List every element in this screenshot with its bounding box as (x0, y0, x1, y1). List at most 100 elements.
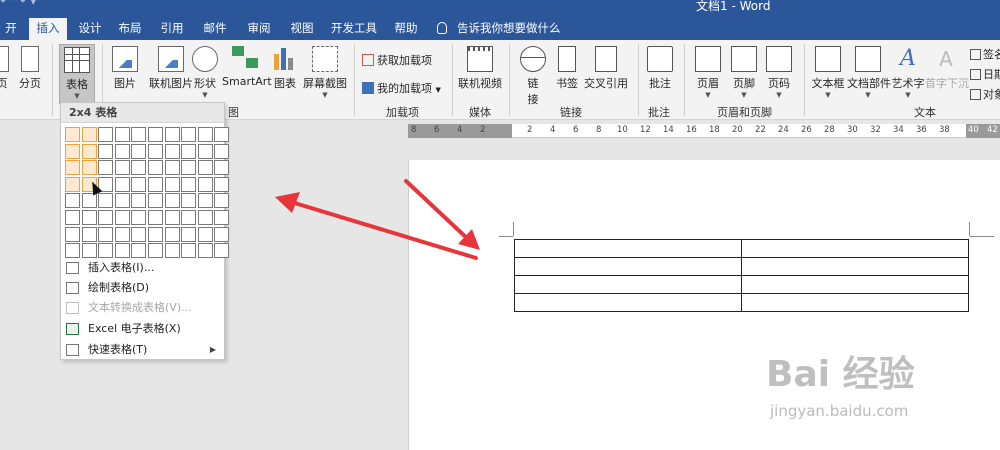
tab-view[interactable]: 视图 (285, 18, 319, 40)
table-grid-cell[interactable] (181, 143, 197, 159)
page-break-button[interactable]: 分页 (16, 46, 44, 91)
table-grid-cell[interactable] (114, 193, 130, 209)
table-cell[interactable] (514, 239, 742, 258)
table-grid-cell[interactable] (98, 127, 114, 142)
table-grid-cell[interactable] (181, 160, 197, 176)
table-grid-cell[interactable] (65, 143, 80, 159)
table-grid-cell[interactable] (214, 243, 230, 259)
table-grid-cell[interactable] (181, 243, 197, 259)
my-addins-button[interactable]: 我的加载项 ▼ (362, 80, 441, 96)
online-pictures-button[interactable]: 联机图片 (143, 46, 199, 91)
table-grid-cell[interactable] (214, 193, 230, 209)
table-grid-cell[interactable] (164, 160, 180, 176)
table-grid-cell[interactable] (65, 160, 80, 176)
table-grid-cell[interactable] (81, 127, 97, 142)
horizontal-ruler[interactable]: 8 6 4 2 2 4 6 8 10 12 14 16 18 20 22 24 … (408, 124, 1000, 138)
wordart-button[interactable]: A 艺术字 ▼ (891, 46, 925, 99)
table-cell[interactable] (741, 257, 969, 276)
signature-line-button[interactable]: 签名 (970, 46, 1000, 62)
table-grid-cell[interactable] (114, 127, 130, 142)
tab-help[interactable]: 帮助 (389, 18, 423, 40)
table-grid-cell[interactable] (65, 226, 80, 242)
table-grid-cell[interactable] (214, 143, 230, 159)
pictures-button[interactable]: 图片 (110, 46, 140, 91)
page-number-button[interactable]: 页码 ▼ (765, 46, 793, 99)
tab-review[interactable]: 审阅 (242, 18, 276, 40)
table-grid-cell[interactable] (65, 193, 80, 209)
table-cell[interactable] (741, 239, 969, 258)
table-grid-cell[interactable] (131, 143, 147, 159)
table-grid-cell[interactable] (164, 226, 180, 242)
table-grid-cell[interactable] (214, 160, 230, 176)
quick-tables-menu-item[interactable]: 快速表格(T) ▶ (61, 340, 224, 360)
cover-page-button[interactable]: 页 (0, 46, 12, 91)
quick-access-toolbar[interactable]: ↶ ↷ ▾ (0, 0, 37, 9)
smartart-button[interactable]: SmartArt (222, 46, 272, 88)
table-grid-cell[interactable] (81, 143, 97, 159)
get-addins-button[interactable]: 获取加载项 (362, 52, 432, 68)
tab-references[interactable]: 引用 (155, 18, 189, 40)
table-grid-cell[interactable] (131, 226, 147, 242)
object-button[interactable]: 对象 (970, 86, 1000, 102)
tell-me-search[interactable]: 告诉我你想要做什么 (437, 18, 561, 40)
table-size-grid[interactable] (65, 127, 230, 259)
table-grid-cell[interactable] (164, 127, 180, 142)
table-grid-cell[interactable] (114, 226, 130, 242)
table-grid-cell[interactable] (98, 226, 114, 242)
table-grid-cell[interactable] (197, 143, 213, 159)
table-grid-cell[interactable] (65, 176, 80, 192)
table-grid-cell[interactable] (81, 193, 97, 209)
table-grid-cell[interactable] (114, 160, 130, 176)
screenshot-button[interactable]: 屏幕截图 ▼ (302, 46, 348, 99)
table-grid-cell[interactable] (81, 226, 97, 242)
insert-table-menu-item[interactable]: 插入表格(I)... (61, 258, 224, 278)
table-grid-cell[interactable] (114, 176, 130, 192)
table-grid-cell[interactable] (181, 176, 197, 192)
table-grid-cell[interactable] (147, 160, 163, 176)
table-grid-cell[interactable] (81, 160, 97, 176)
table-grid-cell[interactable] (197, 226, 213, 242)
table-grid-cell[interactable] (131, 209, 147, 225)
table-cell[interactable] (741, 275, 969, 294)
drop-cap-button[interactable]: A 首字下沉 (925, 46, 969, 91)
table-grid-cell[interactable] (98, 143, 114, 159)
table-grid-cell[interactable] (164, 209, 180, 225)
textbox-button[interactable]: 文本框 ▼ (810, 46, 846, 99)
table-grid-cell[interactable] (147, 193, 163, 209)
table-grid-cell[interactable] (131, 243, 147, 259)
table-grid-cell[interactable] (214, 176, 230, 192)
table-grid-cell[interactable] (197, 127, 213, 142)
quick-parts-button[interactable]: 文档部件 ▼ (847, 46, 891, 99)
table-grid-cell[interactable] (98, 209, 114, 225)
table-grid-cell[interactable] (131, 193, 147, 209)
table-grid-cell[interactable] (181, 226, 197, 242)
table-grid-cell[interactable] (197, 176, 213, 192)
table-grid-cell[interactable] (131, 176, 147, 192)
table-grid-cell[interactable] (131, 127, 147, 142)
date-time-button[interactable]: 日期 (970, 66, 1000, 82)
bookmark-button[interactable]: 书签 (554, 46, 580, 91)
table-grid-cell[interactable] (181, 127, 197, 142)
header-button[interactable]: 页眉 ▼ (694, 46, 722, 99)
table-grid-cell[interactable] (147, 143, 163, 159)
comment-button[interactable]: 批注 (646, 46, 674, 91)
table-grid-cell[interactable] (214, 226, 230, 242)
table-grid-cell[interactable] (147, 127, 163, 142)
tab-design[interactable]: 设计 (73, 18, 107, 40)
tab-insert[interactable]: 插入 (29, 18, 67, 40)
footer-button[interactable]: 页脚 ▼ (730, 46, 758, 99)
cross-reference-button[interactable]: 交叉引用 (584, 46, 628, 91)
table-grid-cell[interactable] (65, 209, 80, 225)
table-grid-cell[interactable] (114, 243, 130, 259)
table-grid-cell[interactable] (147, 209, 163, 225)
excel-spreadsheet-menu-item[interactable]: Excel 电子表格(X) (61, 319, 224, 339)
table-grid-cell[interactable] (164, 143, 180, 159)
table-grid-cell[interactable] (147, 243, 163, 259)
table-grid-cell[interactable] (98, 193, 114, 209)
table-cell[interactable] (514, 293, 742, 312)
table-grid-cell[interactable] (114, 209, 130, 225)
table-grid-cell[interactable] (98, 160, 114, 176)
table-cell[interactable] (741, 293, 969, 312)
table-grid-cell[interactable] (147, 176, 163, 192)
document-page[interactable] (408, 160, 1000, 450)
